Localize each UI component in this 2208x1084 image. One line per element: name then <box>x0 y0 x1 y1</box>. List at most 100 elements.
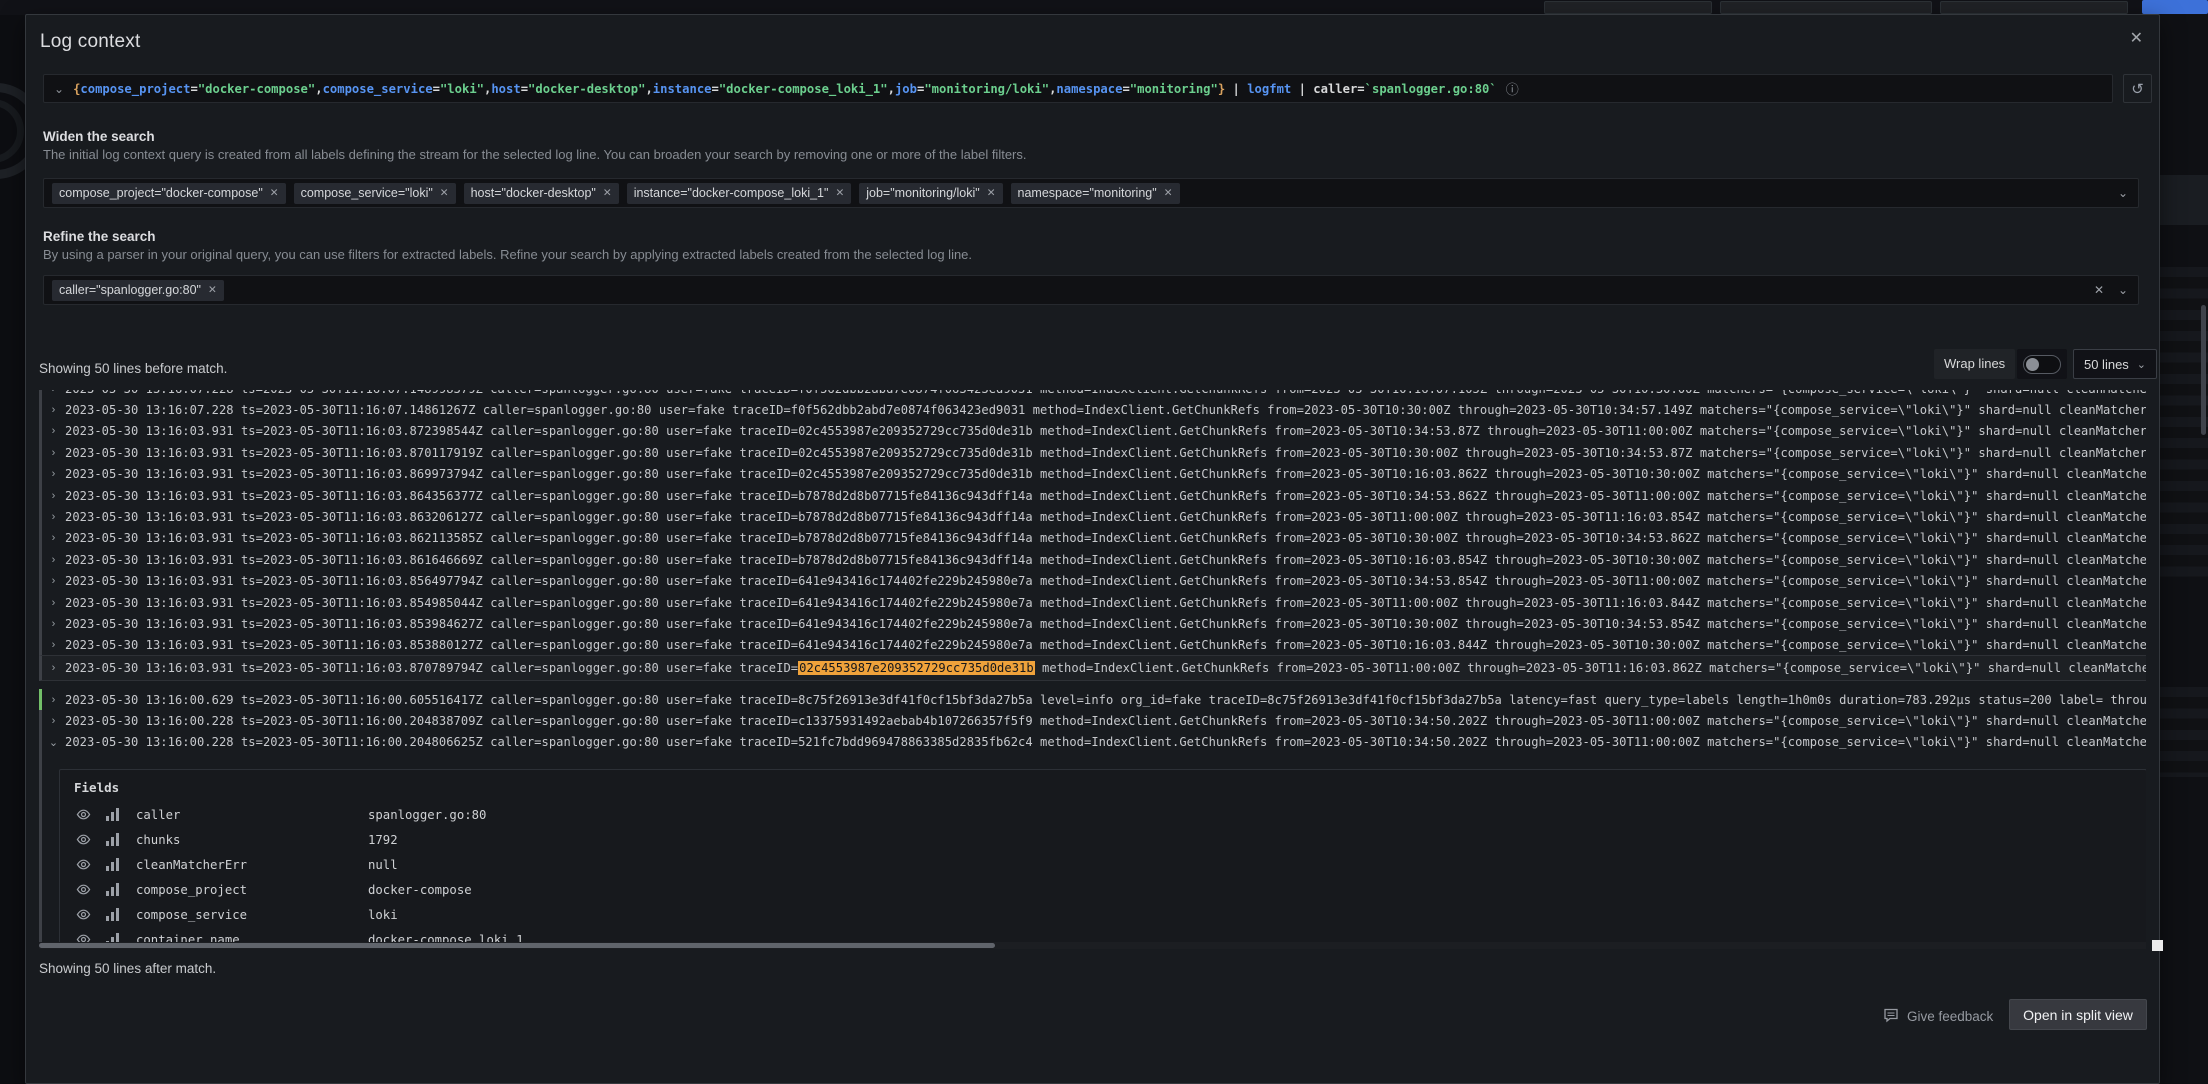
close-icon[interactable]: ✕ <box>2130 31 2143 47</box>
log-line-text: 2023-05-30 13:16:00.629 ts=2023-05-30T11… <box>65 692 2146 707</box>
row-expand-icon[interactable]: › <box>48 639 59 651</box>
log-line-text: 2023-05-30 13:16:03.931 ts=2023-05-30T11… <box>65 445 2146 460</box>
widen-label-select[interactable]: ⌄ compose_project="docker-compose" ✕ com… <box>43 178 2139 208</box>
row-expand-icon[interactable]: › <box>48 554 59 566</box>
row-expand-icon[interactable]: › <box>48 468 59 480</box>
remove-chip-icon[interactable]: ✕ <box>208 284 217 296</box>
row-expand-icon[interactable]: ⌄ <box>48 736 59 749</box>
label-filter-chip[interactable]: compose_project="docker-compose" ✕ <box>52 182 286 204</box>
query-segment: "docker-compose" <box>197 81 316 96</box>
row-expand-icon[interactable]: › <box>48 694 59 706</box>
scrollbar-thumb[interactable] <box>39 943 995 948</box>
query-segment: instance <box>652 81 712 96</box>
remove-chip-icon[interactable]: ✕ <box>835 187 844 199</box>
query-preview[interactable]: ⌄ {compose_project="docker-compose",comp… <box>43 74 2113 103</box>
chevron-down-icon: ⌄ <box>2136 358 2147 371</box>
row-expand-icon[interactable]: › <box>48 511 59 523</box>
row-expand-icon[interactable]: › <box>48 662 59 674</box>
eye-icon[interactable] <box>76 832 106 847</box>
field-name: compose_project <box>136 882 248 897</box>
log-line-text: 2023-05-30 13:16:00.228 ts=2023-05-30T11… <box>65 714 2146 729</box>
log-row[interactable]: › 2023-05-30 13:16:03.931 ts=2023-05-30T… <box>39 570 2146 592</box>
log-row[interactable]: › 2023-05-30 13:16:00.629 ts=2023-05-30T… <box>39 689 2146 711</box>
background-top-strip <box>0 0 2208 15</box>
chevron-down-icon[interactable]: ⌄ <box>54 83 64 95</box>
log-line-text: 2023-05-30 13:16:03.931 ts=2023-05-30T11… <box>65 552 2146 567</box>
log-row[interactable]: › 2023-05-30 13:16:03.931 ts=2023-05-30T… <box>39 506 2146 528</box>
log-row[interactable]: ⌄ 2023-05-30 13:16:00.228 ts=2023-05-30T… <box>39 731 2146 754</box>
toggle-track[interactable] <box>2023 354 2061 374</box>
log-row[interactable]: › 2023-05-30 13:16:03.931 ts=2023-05-30T… <box>39 527 2146 550</box>
log-row[interactable]: › 2023-05-30 13:16:00.228 ts=2023-05-30T… <box>39 710 2146 732</box>
row-expand-icon[interactable]: › <box>48 575 59 587</box>
row-expand-icon[interactable]: › <box>48 490 59 502</box>
stats-icon[interactable] <box>106 833 136 846</box>
remove-chip-icon[interactable]: ✕ <box>603 187 612 199</box>
log-row[interactable]: › 2023-05-30 13:16:03.931 ts=2023-05-30T… <box>39 549 2146 571</box>
query-segment: "monitoring" <box>1129 81 1218 96</box>
revert-query-button[interactable]: ↺ <box>2123 74 2152 103</box>
query-segment: compose_service <box>322 81 433 96</box>
remove-chip-icon[interactable]: ✕ <box>987 187 996 199</box>
log-line-text: 2023-05-30 13:16:07.228 ts=2023-05-30T11… <box>65 390 2146 396</box>
field-value: null <box>368 857 398 872</box>
chevron-down-icon[interactable]: ⌄ <box>2118 283 2128 297</box>
query-segment: , <box>645 81 653 96</box>
row-expand-icon[interactable]: › <box>48 425 59 437</box>
row-expand-icon[interactable]: › <box>48 597 59 609</box>
refine-label-select[interactable]: ✕ ⌄ caller="spanlogger.go:80" ✕ <box>43 275 2139 305</box>
label-filter-chip[interactable]: caller="spanlogger.go:80" ✕ <box>52 279 224 301</box>
remove-chip-icon[interactable]: ✕ <box>440 187 449 199</box>
label-filter-chip[interactable]: namespace="monitoring" ✕ <box>1010 182 1180 204</box>
eye-icon[interactable] <box>76 857 106 872</box>
wrap-lines-toggle[interactable] <box>2017 349 2067 379</box>
label-filter-chip[interactable]: host="docker-desktop" ✕ <box>463 182 619 204</box>
horizontal-scrollbar[interactable] <box>39 942 2146 949</box>
history-icon: ↺ <box>2131 80 2144 98</box>
log-row[interactable]: › 2023-05-30 13:16:03.931 ts=2023-05-30T… <box>39 591 2146 614</box>
chevron-down-icon[interactable]: ⌄ <box>2118 186 2128 200</box>
row-expand-icon[interactable]: › <box>48 404 59 416</box>
feedback-label: Give feedback <box>1907 1009 1994 1024</box>
log-row[interactable]: › 2023-05-30 13:16:03.931 ts=2023-05-30T… <box>39 613 2146 635</box>
log-row[interactable]: › 2023-05-30 13:16:03.931 ts=2023-05-30T… <box>39 420 2146 443</box>
lines-count-select[interactable]: 50 lines ⌄ <box>2073 349 2157 379</box>
matched-log-row[interactable]: › 2023-05-30 13:16:03.931 ts=2023-05-30T… <box>39 655 2146 681</box>
field-row: compose_project docker-compose <box>60 877 2146 902</box>
stats-icon[interactable] <box>106 808 136 821</box>
row-expand-icon[interactable]: › <box>48 447 59 459</box>
log-row[interactable]: › 2023-05-30 13:16:03.931 ts=2023-05-30T… <box>39 634 2146 657</box>
row-expand-icon[interactable]: › <box>48 618 59 630</box>
field-name: cleanMatcherErr <box>136 857 248 872</box>
log-row[interactable]: › 2023-05-30 13:16:03.931 ts=2023-05-30T… <box>39 442 2146 464</box>
chip-label: host="docker-desktop" <box>470 186 596 200</box>
log-row[interactable]: › 2023-05-30 13:16:07.228 ts=2023-05-30T… <box>39 399 2146 421</box>
row-expand-icon[interactable]: › <box>48 715 59 727</box>
query-segment: "docker-compose_loki_1" <box>718 81 888 96</box>
fields-rows: caller spanlogger.go:80 chunks 1792 clea… <box>60 802 2146 943</box>
row-expand-icon[interactable]: › <box>48 532 59 544</box>
log-row[interactable]: › 2023-05-30 13:16:03.931 ts=2023-05-30T… <box>39 484 2146 507</box>
stats-icon[interactable] <box>106 908 136 921</box>
log-row[interactable]: › 2023-05-30 13:16:03.931 ts=2023-05-30T… <box>39 463 2146 485</box>
row-expand-icon[interactable]: › <box>48 390 59 395</box>
clear-select-icon[interactable]: ✕ <box>2094 283 2104 297</box>
label-filter-chip[interactable]: instance="docker-compose_loki_1" ✕ <box>626 182 852 204</box>
widen-description: The initial log context query is created… <box>43 147 1027 162</box>
stats-icon[interactable] <box>106 883 136 896</box>
stats-icon[interactable] <box>106 858 136 871</box>
label-filter-chip[interactable]: compose_service="loki" ✕ <box>293 182 456 204</box>
eye-icon[interactable] <box>76 807 106 822</box>
label-filter-chip[interactable]: job="monitoring/loki" ✕ <box>859 182 1003 204</box>
open-split-view-button[interactable]: Open in split view <box>2009 999 2147 1030</box>
log-row[interactable]: › 2023-05-30 13:16:07.228 ts=2023-05-30T… <box>39 390 2146 400</box>
resize-handle[interactable] <box>2152 940 2163 951</box>
log-context-scroll[interactable]: › 2023-05-30 13:16:07.228 ts=2023-05-30T… <box>39 390 2146 951</box>
give-feedback-button[interactable]: Give feedback <box>1883 1007 1993 1026</box>
remove-chip-icon[interactable]: ✕ <box>270 187 279 199</box>
log-line-text: 2023-05-30 13:16:03.931 ts=2023-05-30T11… <box>65 574 2146 589</box>
eye-icon[interactable] <box>76 882 106 897</box>
remove-chip-icon[interactable]: ✕ <box>1164 187 1173 199</box>
log-line-text: 2023-05-30 13:16:03.931 ts=2023-05-30T11… <box>65 661 2146 675</box>
eye-icon[interactable] <box>76 907 106 922</box>
